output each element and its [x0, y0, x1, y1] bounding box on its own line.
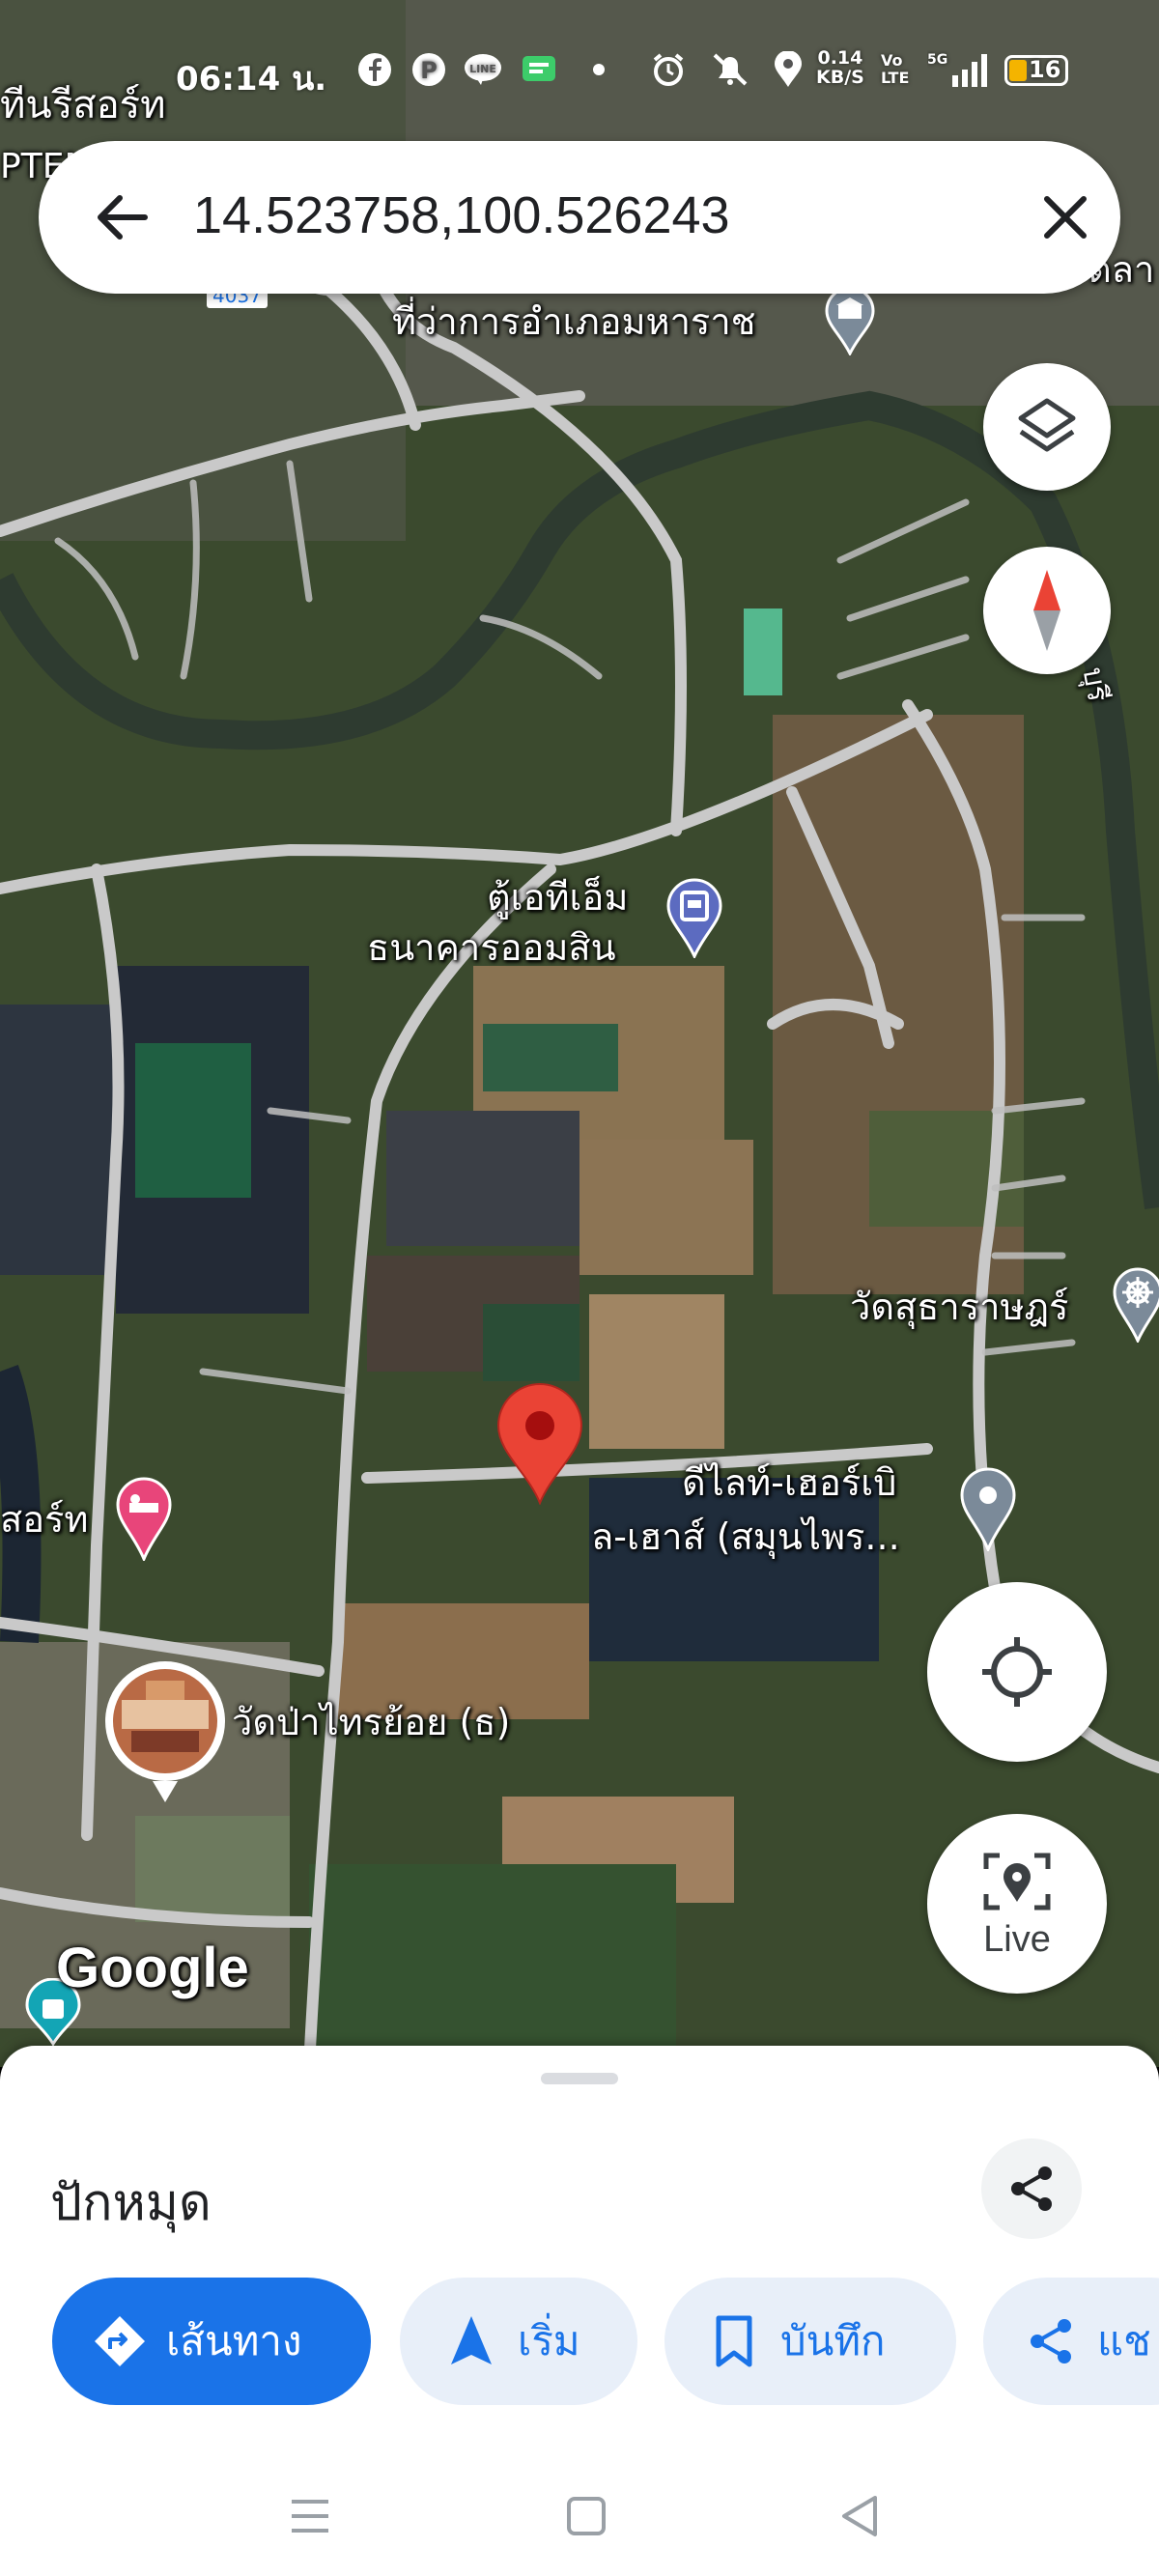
compass-icon [1033, 570, 1060, 651]
search-bar[interactable]: 14.523758,100.526243 [39, 141, 1120, 294]
mute-icon [711, 50, 749, 89]
share-label: แช [1097, 2317, 1151, 2364]
alarm-icon [649, 50, 688, 89]
map-label-district-office[interactable]: ที่ว่าการอำเภอมหาราช [392, 299, 755, 346]
dot-icon [580, 50, 618, 89]
map-label-temple-right[interactable]: วัดสุธาราษฎร์ [850, 1285, 1068, 1331]
status-time: 06:14 น. [176, 60, 327, 99]
save-label: บันทึก [780, 2317, 886, 2364]
map-label-herb-house-2[interactable]: ล-เฮาส์ (สมุนไพร... [591, 1514, 900, 1561]
share-button[interactable] [981, 2138, 1082, 2239]
layers-icon [1018, 398, 1076, 452]
compass-button[interactable] [983, 547, 1111, 674]
herb-shop-poi-icon[interactable] [958, 1464, 1018, 1553]
map-label-herb-house-1[interactable]: ดีไลท์-เฮอร์เบิ [682, 1460, 896, 1507]
map-label-temple-photo[interactable]: วัดป่าไทรย้อย (ธ) [232, 1700, 510, 1746]
search-query[interactable]: 14.523758,100.526243 [193, 185, 730, 245]
place-title: ปักหมุด [50, 2174, 212, 2232]
my-location-button[interactable] [927, 1582, 1107, 1762]
directions-icon [93, 2314, 147, 2368]
layers-button[interactable] [983, 363, 1111, 491]
bookmark-icon [707, 2314, 761, 2368]
map-label-resort-left[interactable]: สอร์ท [0, 1497, 88, 1543]
my-location-icon [982, 1637, 1052, 1707]
live-view-button[interactable]: Live [927, 1814, 1107, 1994]
system-nav-bar [0, 2453, 1159, 2576]
live-label: Live [983, 1918, 1051, 1960]
svg-text:5G: 5G [927, 52, 947, 68]
hotel-poi-icon[interactable] [114, 1474, 174, 1563]
temple-photo-marker[interactable] [102, 1661, 228, 1806]
menu-icon[interactable] [286, 2492, 334, 2540]
network-speed: 0.14 KB/S [816, 47, 864, 88]
map-label-atm[interactable]: ตู้เอทีเอ็ม [487, 875, 628, 921]
close-icon[interactable] [1033, 185, 1097, 249]
sheet-drag-handle[interactable] [541, 2073, 618, 2084]
line-messenger-icon [520, 50, 558, 89]
location-icon [769, 50, 807, 89]
map-label-bank[interactable]: ธนาคารออมสิน [367, 925, 616, 972]
arrow-back-icon[interactable] [89, 184, 156, 251]
map-view[interactable]: ทีนรีสอร์ท PTEM ตลา 4037 ที่ว่าการอำเภอม… [0, 0, 1159, 2067]
svg-text:LINE: LINE [469, 63, 496, 75]
atm-poi-icon[interactable] [664, 877, 724, 960]
directions-button[interactable]: เส้นทาง [52, 2278, 371, 2405]
map-label-road-side: บุรี [1075, 665, 1116, 705]
svg-text:P: P [420, 57, 438, 84]
share-icon [1011, 2166, 1052, 2211]
start-label: เริ่ม [518, 2317, 580, 2364]
directions-label: เส้นทาง [166, 2317, 302, 2364]
start-button[interactable]: เริ่ม [400, 2278, 637, 2405]
facebook-icon [355, 50, 394, 89]
status-bar: 06:14 น. P LINE 0.14 KB/S Vo LTE 5G 16 [0, 39, 1159, 106]
home-square-icon[interactable] [562, 2492, 610, 2540]
volte-indicator: Vo LTE [881, 51, 910, 87]
battery-icon: 16 [1004, 55, 1068, 86]
line-icon: LINE [464, 50, 502, 89]
share-chip-icon [1024, 2314, 1078, 2368]
save-button[interactable]: บันทึก [664, 2278, 956, 2405]
government-poi-icon[interactable] [823, 286, 877, 357]
dropped-pin-marker[interactable] [495, 1383, 585, 1506]
live-view-icon [983, 1853, 1051, 1910]
share-chip-button[interactable]: แช [983, 2278, 1159, 2405]
navigation-arrow-icon [444, 2314, 498, 2368]
google-logo: Google [56, 1937, 249, 1999]
temple-poi-icon[interactable] [1111, 1265, 1159, 1345]
signal-icon: 5G [927, 50, 991, 89]
back-triangle-icon[interactable] [836, 2492, 885, 2540]
pinterest-icon: P [410, 50, 448, 89]
